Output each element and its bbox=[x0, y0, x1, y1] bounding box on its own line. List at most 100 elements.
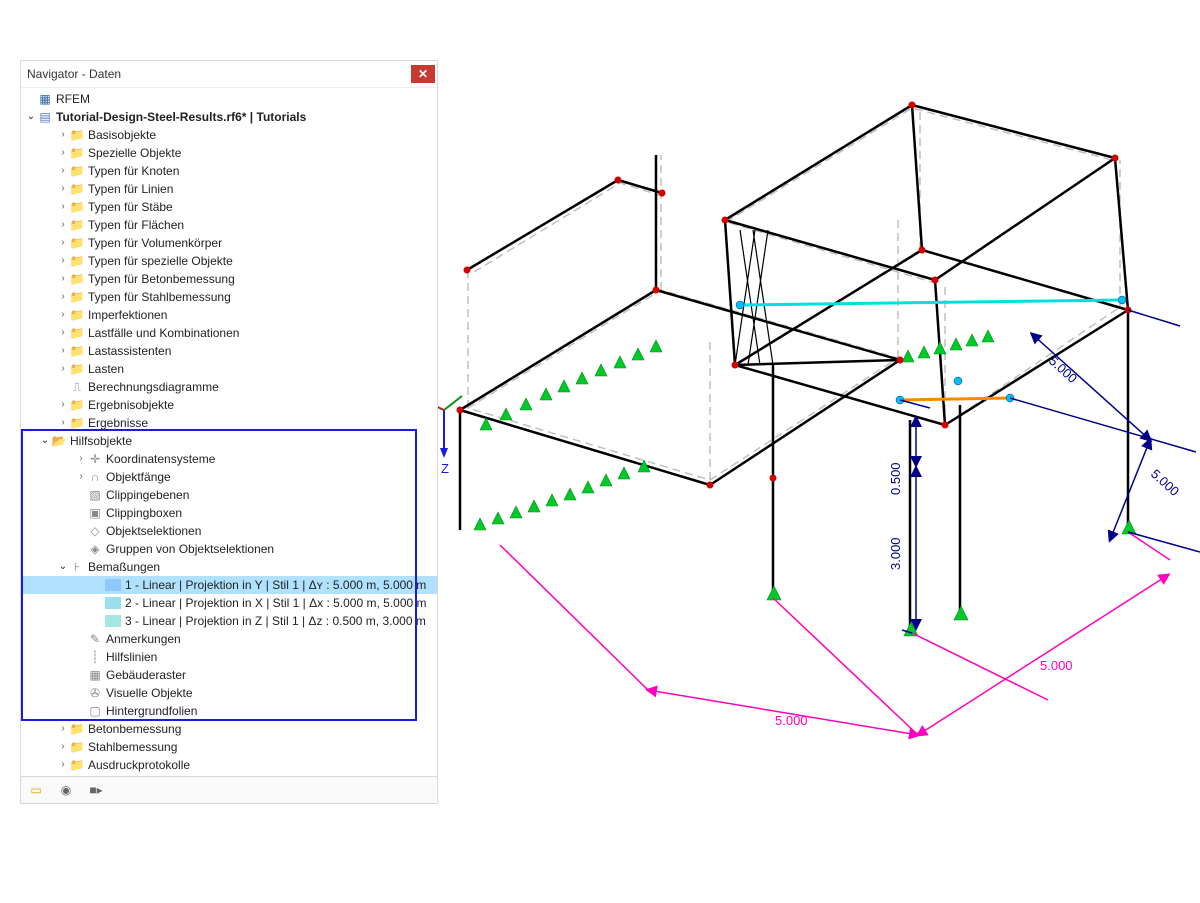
expand-arrow-icon[interactable]: › bbox=[57, 198, 69, 216]
tree-label: Imperfektionen bbox=[88, 306, 167, 324]
tree-folder[interactable]: ›📁Betonbemessung bbox=[23, 720, 437, 738]
tree-item[interactable]: ›◈Gruppen von Objektselektionen bbox=[23, 540, 437, 558]
expand-arrow-icon[interactable]: › bbox=[57, 720, 69, 738]
item-icon: ▢ bbox=[87, 703, 103, 719]
tree-label: Typen für Flächen bbox=[88, 216, 184, 234]
tree-dimension-item[interactable]: ·3 - Linear | Projektion in Z | Stil 1 |… bbox=[23, 612, 437, 630]
tree-folder[interactable]: ›📁Typen für spezielle Objekte bbox=[23, 252, 437, 270]
expand-arrow-icon[interactable]: › bbox=[57, 756, 69, 774]
tree-root-rfem[interactable]: ▸ ▦ RFEM bbox=[23, 90, 437, 108]
expand-arrow-icon[interactable]: › bbox=[57, 396, 69, 414]
footer-comment-button[interactable]: ▭ bbox=[25, 780, 47, 800]
close-button[interactable]: ✕ bbox=[411, 65, 435, 83]
tree-folder-hilfsobjekte[interactable]: ⌄ 📂 Hilfsobjekte bbox=[23, 432, 437, 450]
tree-label: Lastfälle und Kombinationen bbox=[88, 324, 239, 342]
expand-arrow-icon[interactable]: › bbox=[57, 162, 69, 180]
footer-camera-button[interactable]: ■▸ bbox=[85, 780, 107, 800]
tree-folder[interactable]: ›📁Ergebnisobjekte bbox=[23, 396, 437, 414]
item-icon: ▣ bbox=[87, 505, 103, 521]
expand-arrow-icon[interactable]: › bbox=[75, 468, 87, 486]
expand-arrow-icon[interactable]: › bbox=[57, 360, 69, 378]
tree-label: Typen für Knoten bbox=[88, 162, 179, 180]
tree-folder[interactable]: ›📁Lasten bbox=[23, 360, 437, 378]
tree-folder[interactable]: ›📁Typen für Knoten bbox=[23, 162, 437, 180]
tree-item[interactable]: ›▢Hintergrundfolien bbox=[23, 702, 437, 720]
tree-folder[interactable]: ›📁Spezielle Objekte bbox=[23, 144, 437, 162]
folder-icon: 📁 bbox=[69, 163, 85, 179]
tree-item[interactable]: ›∩Objektfänge bbox=[23, 468, 437, 486]
expand-arrow-icon[interactable]: › bbox=[57, 270, 69, 288]
tree-label: Typen für Stäbe bbox=[88, 198, 173, 216]
expand-arrow-icon[interactable]: › bbox=[57, 144, 69, 162]
tree-folder[interactable]: ›📁Typen für Stäbe bbox=[23, 198, 437, 216]
tree-folder[interactable]: ›📁Ergebnisse bbox=[23, 414, 437, 432]
tree-label: Basisobjekte bbox=[88, 126, 156, 144]
tree-item[interactable]: ›✛Koordinatensysteme bbox=[23, 450, 437, 468]
expand-arrow-icon[interactable]: › bbox=[57, 126, 69, 144]
tree-item[interactable]: ›◇Objektselektionen bbox=[23, 522, 437, 540]
tree-folder[interactable]: ›📁Basisobjekte bbox=[23, 126, 437, 144]
tree-item-berechnungsdiagramme[interactable]: ▸ ⎍ Berechnungsdiagramme bbox=[23, 378, 437, 396]
tree-file[interactable]: ⌄ ▤ Tutorial-Design-Steel-Results.rf6* |… bbox=[23, 108, 437, 126]
dim-y2: 5.000 bbox=[1148, 466, 1182, 499]
footer-eye-button[interactable]: ◉ bbox=[55, 780, 77, 800]
color-swatch bbox=[105, 615, 121, 627]
tree-folder[interactable]: ›📁Stahlbemessung bbox=[23, 738, 437, 756]
folder-icon: 📁 bbox=[69, 217, 85, 233]
tree-folder[interactable]: ›📁Typen für Linien bbox=[23, 180, 437, 198]
folder-icon: 📁 bbox=[69, 415, 85, 431]
tree-folder[interactable]: ›📁Typen für Betonbemessung bbox=[23, 270, 437, 288]
tree-folder[interactable]: ›📁Imperfektionen bbox=[23, 306, 437, 324]
tree-item[interactable]: ›✇Visuelle Objekte bbox=[23, 684, 437, 702]
tree-dimension-item[interactable]: ·2 - Linear | Projektion in X | Stil 1 |… bbox=[23, 594, 437, 612]
tree-folder[interactable]: ›📁Typen für Stahlbemessung bbox=[23, 288, 437, 306]
tree-label: Hintergrundfolien bbox=[106, 702, 197, 720]
expand-arrow-icon[interactable]: › bbox=[57, 738, 69, 756]
folder-icon: 📁 bbox=[69, 757, 85, 773]
tree-label: Objektfänge bbox=[106, 468, 171, 486]
expand-arrow-icon[interactable]: › bbox=[57, 180, 69, 198]
tree-folder[interactable]: ›📁Typen für Volumenkörper bbox=[23, 234, 437, 252]
tree-label: 1 - Linear | Projektion in Y | Stil 1 | … bbox=[125, 576, 426, 594]
tree-label: Gebäuderaster bbox=[106, 666, 186, 684]
tree-label: Koordinatensysteme bbox=[106, 450, 215, 468]
navigator-panel: Navigator - Daten ✕ ▸ ▦ RFEM ⌄ ▤ Tutoria… bbox=[20, 60, 438, 804]
expand-arrow-icon[interactable]: › bbox=[57, 342, 69, 360]
tree-folder[interactable]: ›📁Typen für Flächen bbox=[23, 216, 437, 234]
expand-arrow-icon[interactable]: › bbox=[57, 216, 69, 234]
item-icon: ✇ bbox=[87, 685, 103, 701]
panel-title: Navigator - Daten bbox=[27, 67, 121, 81]
tree-item[interactable]: ›┊Hilfslinien bbox=[23, 648, 437, 666]
expand-arrow-icon[interactable]: › bbox=[57, 252, 69, 270]
tree-item[interactable]: ›▦Gebäuderaster bbox=[23, 666, 437, 684]
expand-arrow-icon[interactable]: › bbox=[57, 414, 69, 432]
dim-y1: 5.000 bbox=[1046, 353, 1080, 386]
folder-icon: 📁 bbox=[69, 361, 85, 377]
tree-item-bemassungen[interactable]: ⌄ ⊦ Bemaßungen bbox=[23, 558, 437, 576]
tree-label: Ergebnisse bbox=[88, 414, 148, 432]
tree-label: Ausdruckprotokolle bbox=[88, 756, 190, 774]
tree-folder[interactable]: ›📁Lastfälle und Kombinationen bbox=[23, 324, 437, 342]
tree-folder[interactable]: ›📁Ausdruckprotokolle bbox=[23, 756, 437, 774]
app-icon: ▦ bbox=[37, 91, 53, 107]
tree-label: Typen für Betonbemessung bbox=[88, 270, 235, 288]
folder-icon: 📁 bbox=[69, 289, 85, 305]
tree-item[interactable]: ›▣Clippingboxen bbox=[23, 504, 437, 522]
tree-folder[interactable]: ›📁Lastassistenten bbox=[23, 342, 437, 360]
expand-arrow-icon[interactable]: › bbox=[57, 324, 69, 342]
expand-arrow-icon[interactable]: › bbox=[57, 288, 69, 306]
folder-icon: 📁 bbox=[69, 199, 85, 215]
navigator-tree[interactable]: ▸ ▦ RFEM ⌄ ▤ Tutorial-Design-Steel-Resul… bbox=[21, 88, 437, 776]
file-icon: ▤ bbox=[37, 109, 53, 125]
folder-icon: 📁 bbox=[69, 325, 85, 341]
expand-arrow-icon[interactable]: › bbox=[75, 450, 87, 468]
tree-label: Lastassistenten bbox=[88, 342, 171, 360]
tree-item[interactable]: ›✎Anmerkungen bbox=[23, 630, 437, 648]
expand-arrow-icon[interactable]: › bbox=[57, 234, 69, 252]
tree-dimension-item[interactable]: ·1 - Linear | Projektion in Y | Stil 1 |… bbox=[23, 576, 437, 594]
tree-item[interactable]: ›▧Clippingebenen bbox=[23, 486, 437, 504]
panel-titlebar[interactable]: Navigator - Daten ✕ bbox=[21, 61, 437, 88]
expand-arrow-icon[interactable]: › bbox=[57, 306, 69, 324]
tree-label: Gruppen von Objektselektionen bbox=[106, 540, 274, 558]
item-icon: ┊ bbox=[87, 649, 103, 665]
